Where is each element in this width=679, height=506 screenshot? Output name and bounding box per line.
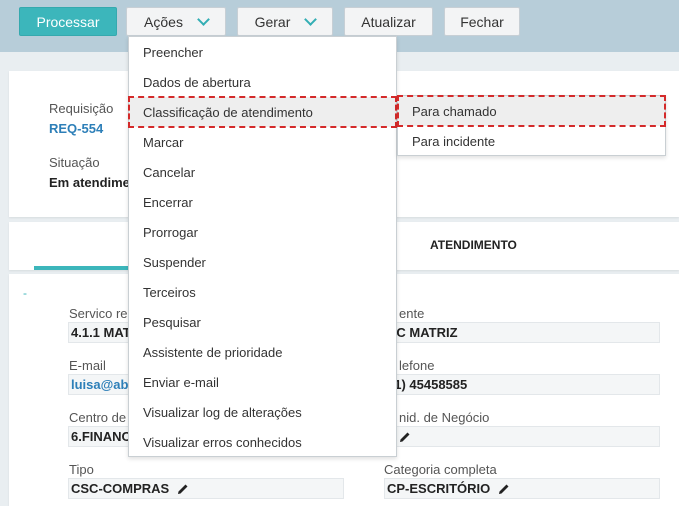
actions-menu: Preencher Dados de abertura Classificaçã… (128, 36, 397, 457)
menu-item-classificacao[interactable]: Classificação de atendimento (128, 96, 397, 128)
menu-item-prorrogar[interactable]: Prorrogar (129, 217, 396, 247)
menu-item-suspender[interactable]: Suspender (129, 247, 396, 277)
type-label: Tipo (69, 462, 94, 477)
menu-item-cancelar[interactable]: Cancelar (129, 157, 396, 187)
actions-button[interactable]: Ações (126, 7, 226, 36)
pencil-icon[interactable] (177, 483, 189, 495)
category-label: Categoria completa (384, 462, 497, 477)
chevron-down-icon (304, 12, 318, 26)
menu-item-enviar-email[interactable]: Enviar e-mail (129, 367, 396, 397)
close-button-label: Fechar (460, 13, 504, 30)
client-value: BC MATRIZ (387, 325, 458, 340)
generate-button[interactable]: Gerar (237, 7, 333, 36)
cost-center-value: 6.FINANC (71, 429, 131, 444)
menu-item-assistente-prioridade[interactable]: Assistente de prioridade (129, 337, 396, 367)
email-value[interactable]: luisa@ab (71, 377, 128, 392)
pencil-icon[interactable] (399, 431, 411, 443)
menu-item-encerrar[interactable]: Encerrar (129, 187, 396, 217)
generate-button-label: Gerar (254, 13, 291, 30)
refresh-button-label: Atualizar (361, 13, 416, 30)
request-label: Requisição (49, 101, 114, 116)
classification-submenu: Para chamado Para incidente (397, 95, 666, 156)
service-value: 4.1.1 MAT (71, 325, 131, 340)
submenu-item-para-incidente[interactable]: Para incidente (398, 126, 665, 156)
menu-item-marcar[interactable]: Marcar (129, 127, 396, 157)
phone-label: lefone (399, 358, 435, 373)
phone-value: 51) 45458585 (387, 377, 468, 392)
menu-item-log-alteracoes[interactable]: Visualizar log de alterações (129, 397, 396, 427)
client-field: BC MATRIZ (384, 322, 660, 343)
menu-item-preencher[interactable]: Preencher (129, 37, 396, 67)
status-value: Em atendime (49, 175, 130, 190)
service-label: Servico req (69, 306, 135, 321)
chevron-down-icon (197, 12, 210, 26)
client-label: ente (399, 306, 425, 321)
active-tab-indicator (34, 266, 129, 270)
menu-item-dados-abertura[interactable]: Dados de abertura (129, 67, 396, 97)
business-unit-field (384, 426, 660, 447)
business-unit-label: nid. de Negócio (399, 410, 490, 425)
menu-item-pesquisar[interactable]: Pesquisar (129, 307, 396, 337)
refresh-button[interactable]: Atualizar (344, 7, 433, 36)
tab-atendimento[interactable]: ATENDIMENTO (430, 238, 517, 252)
pencil-icon[interactable] (498, 483, 510, 495)
actions-button-label: Ações (144, 13, 183, 30)
category-field: CP-ESCRITÓRIO (384, 478, 660, 499)
phone-field: 51) 45458585 (384, 374, 660, 395)
email-label: E-mail (69, 358, 106, 373)
status-label: Situação (49, 155, 100, 170)
process-button-label: Processar (36, 13, 100, 30)
process-button[interactable]: Processar (19, 7, 117, 36)
type-value: CSC-COMPRAS (71, 481, 170, 496)
type-field: CSC-COMPRAS (68, 478, 344, 499)
menu-item-terceiros[interactable]: Terceiros (129, 277, 396, 307)
request-number-link[interactable]: REQ-554 (49, 121, 103, 136)
close-button[interactable]: Fechar (444, 7, 520, 36)
category-value: CP-ESCRITÓRIO (387, 481, 491, 496)
menu-item-erros-conhecidos[interactable]: Visualizar erros conhecidos (129, 427, 396, 457)
collapse-dash: - (23, 286, 27, 300)
submenu-item-para-chamado[interactable]: Para chamado (397, 95, 666, 127)
